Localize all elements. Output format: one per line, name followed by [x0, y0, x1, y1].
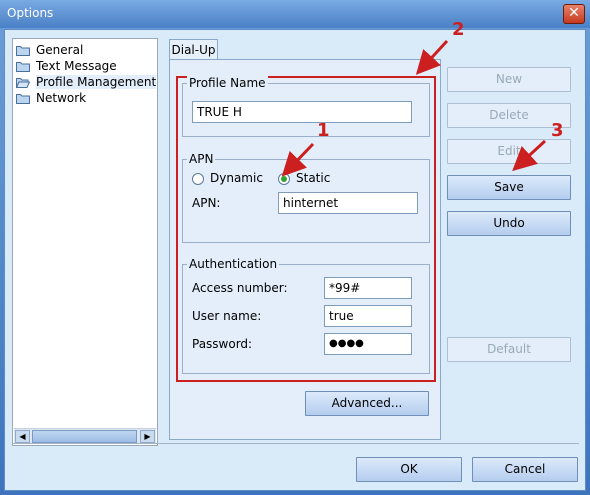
arrow-to-static-radio: [281, 142, 315, 177]
options-window: Options ✕ General Text Message Profile M…: [0, 0, 590, 495]
annotation-arrows: [281, 39, 547, 177]
arrow-to-save-button: [512, 139, 547, 172]
arrow-to-highlight-box: [415, 39, 449, 75]
